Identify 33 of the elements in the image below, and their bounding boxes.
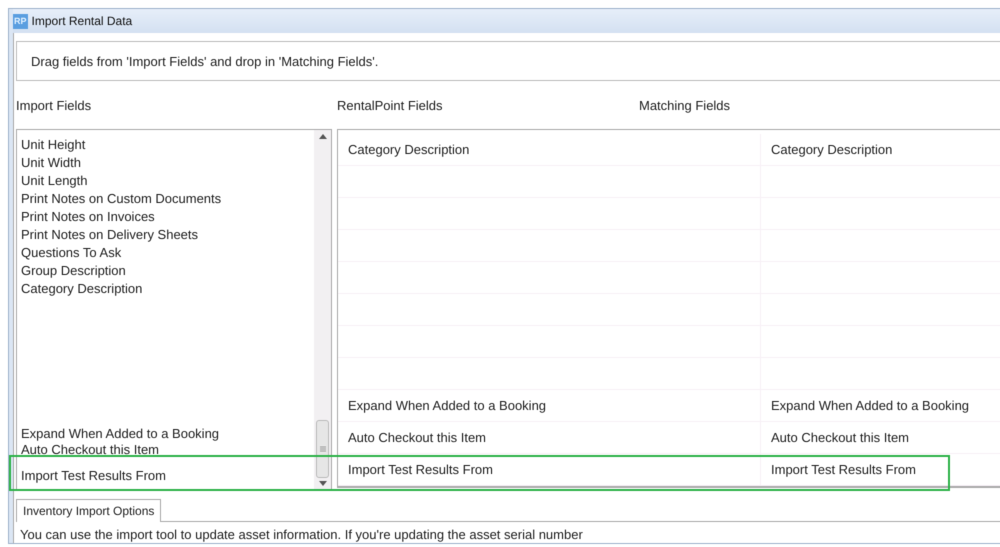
- tab[interactable]: Inventory Import Options: [16, 499, 162, 522]
- column-heading: Matching Fields: [639, 98, 730, 112]
- list-item[interactable]: Group Description: [21, 262, 314, 280]
- list-item[interactable]: Category Description: [21, 280, 314, 298]
- list-item[interactable]: Print Notes on Custom Documents: [21, 190, 314, 208]
- column-heading: RentalPoint Fields: [337, 98, 444, 112]
- scroll-up-icon[interactable]: [318, 134, 326, 139]
- list-item[interactable]: Unit Height: [21, 136, 314, 154]
- table-cell: Expand When Added to a Booking: [338, 390, 761, 421]
- list-item[interactable]: Questions To Ask: [21, 244, 314, 262]
- table-cell-text: Auto Checkout this Item: [770, 429, 910, 447]
- options-text: You can use the import tool to update asset information. If you're updating the asset serial number: [19, 526, 584, 543]
- table-cell: Auto Checkout this Item: [338, 422, 761, 453]
- table-cell-text: Expand When Added to a Booking: [770, 397, 970, 415]
- scrollbar[interactable]: [314, 130, 331, 490]
- import-fields-list[interactable]: [16, 129, 332, 491]
- table-cell-text: Category Description: [770, 141, 892, 159]
- list-item[interactable]: Print Notes on Delivery Sheets: [21, 226, 314, 244]
- list-item[interactable]: Print Notes on Invoices: [21, 208, 314, 226]
- table-cell-text: Import Test Results From: [770, 461, 916, 479]
- app-icon: RP: [13, 14, 28, 28]
- list-item[interactable]: Unit Length: [21, 172, 314, 190]
- table-cell: Import Test Results From: [338, 454, 761, 485]
- table-cell: Category Description: [338, 134, 761, 165]
- list-item[interactable]: Import Test Results From: [21, 468, 314, 484]
- scroll-down-icon[interactable]: [318, 481, 326, 486]
- scroll-thumb[interactable]: [316, 420, 329, 478]
- list-item[interactable]: Expand When Added to a Booking: [21, 426, 314, 442]
- instruction-text: Drag fields from 'Import Fields' and drop in 'Matching Fields'.: [16, 41, 1000, 81]
- column-heading: Import Fields: [16, 98, 92, 112]
- list-item[interactable]: Unit Width: [21, 154, 314, 172]
- window-title: Import Rental Data: [32, 14, 132, 28]
- list-item[interactable]: Auto Checkout this Item: [21, 442, 314, 458]
